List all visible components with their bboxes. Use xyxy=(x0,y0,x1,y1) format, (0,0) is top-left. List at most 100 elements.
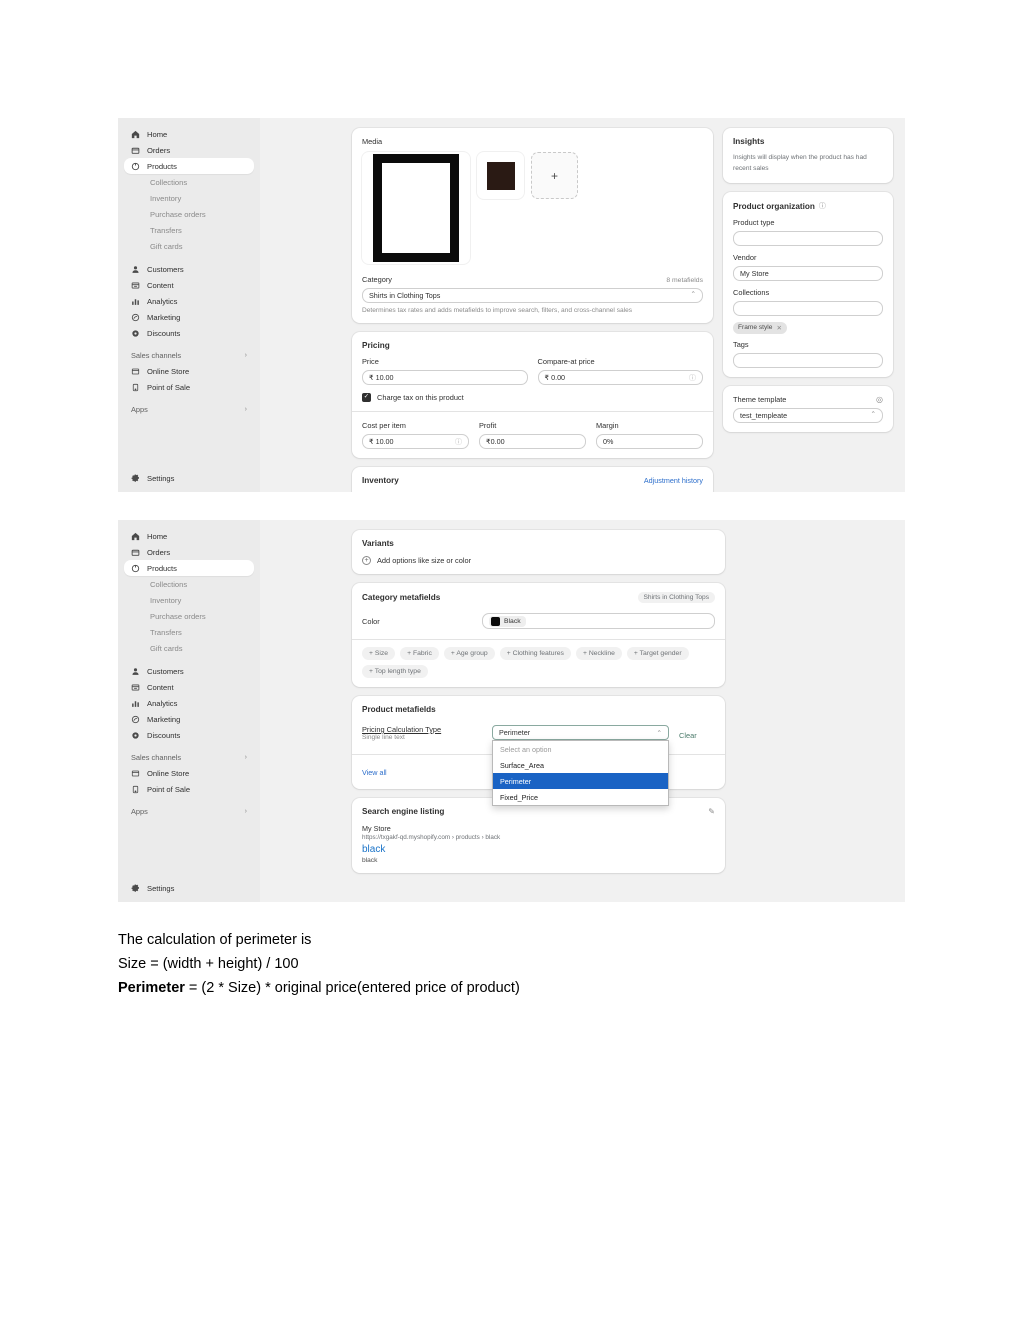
charge-tax-row[interactable]: ✓ Charge tax on this product xyxy=(362,393,703,402)
sidebar-group-sales-channels[interactable]: Sales channels › xyxy=(124,750,254,765)
chevron-right-icon: › xyxy=(244,406,247,413)
inventory-header-row: Inventory Adjustment history xyxy=(362,476,703,485)
product-metafields-title: Product metafields xyxy=(362,705,436,714)
add-metafield-chip[interactable]: + Target gender xyxy=(626,647,689,660)
media-thumbnail-secondary[interactable] xyxy=(477,152,524,199)
sidebar-item-point-of-sale[interactable]: Point of Sale xyxy=(124,379,254,395)
sidebar-item-purchase-orders[interactable]: Purchase orders xyxy=(124,608,254,624)
sidebar-item-discounts[interactable]: Discounts xyxy=(124,727,254,743)
sidebar-item-home[interactable]: Home xyxy=(124,528,254,544)
add-metafield-chip[interactable]: + Age group xyxy=(443,647,495,660)
sidebar-item-content[interactable]: Content xyxy=(124,679,254,695)
sidebar-item-orders[interactable]: Orders xyxy=(124,142,254,158)
sidebar-item-label: Home xyxy=(147,531,168,541)
sidebar-item-collections[interactable]: Collections xyxy=(124,576,254,592)
sidebar-item-discounts[interactable]: Discounts xyxy=(124,325,254,341)
seo-url: https://txgakf-qd.myshopify.com › produc… xyxy=(362,834,501,841)
sidebar-item-inventory[interactable]: Inventory xyxy=(124,592,254,608)
add-media-button[interactable]: + xyxy=(531,152,578,199)
seo-page-title[interactable]: black xyxy=(362,844,715,855)
sidebar-group-apps[interactable]: Apps › xyxy=(124,804,254,819)
point-of-sale-icon xyxy=(131,383,140,392)
sidebar-item-online-store[interactable]: Online Store xyxy=(124,363,254,379)
sidebar-group-sales-channels[interactable]: Sales channels › xyxy=(124,348,254,363)
sidebar-item-inventory[interactable]: Inventory xyxy=(124,190,254,206)
sidebar-item-analytics[interactable]: Analytics xyxy=(124,293,254,309)
content-gutter xyxy=(260,520,352,902)
add-metafield-chip[interactable]: + Size xyxy=(362,647,396,660)
sidebar-item-content[interactable]: Content xyxy=(124,277,254,293)
sidebar-item-gift-cards[interactable]: Gift cards xyxy=(124,238,254,254)
discounts-icon xyxy=(131,731,140,740)
sidebar-item-point-of-sale[interactable]: Point of Sale xyxy=(124,781,254,797)
dropdown-option-placeholder[interactable]: Select an option xyxy=(493,741,668,757)
sidebar-item-purchase-orders[interactable]: Purchase orders xyxy=(124,206,254,222)
pricing-calculation-option-list[interactable]: Select an option Surface_Area Perimeter … xyxy=(492,740,669,806)
sidebar-item-orders[interactable]: Orders xyxy=(124,544,254,560)
clear-button[interactable]: Clear xyxy=(679,731,697,740)
view-all-link[interactable]: View all xyxy=(362,768,387,777)
caption-line-3: Perimeter = (2 * Size) * original price(… xyxy=(118,976,838,1000)
sidebar-item-transfers[interactable]: Transfers xyxy=(124,624,254,640)
add-options-label: Add options like size or color xyxy=(377,556,472,565)
cost-per-item-input[interactable]: ₹ 10.00 ⓘ xyxy=(362,434,469,449)
dropdown-option-surface-area[interactable]: Surface_Area xyxy=(493,757,668,773)
sidebar-item-home[interactable]: Home xyxy=(124,126,254,142)
profit-input[interactable]: ₹0.00 xyxy=(479,434,586,449)
pricing-calculation-dropdown[interactable]: Perimeter ⌃ Select an option Surface_Are… xyxy=(492,725,669,806)
dark-swatch-image xyxy=(486,161,515,190)
help-circle-icon[interactable]: ⓘ xyxy=(689,373,696,383)
sidebar-item-products[interactable]: Products xyxy=(124,158,254,174)
price-input[interactable]: ₹ 10.00 xyxy=(362,370,528,385)
sidebar-group-apps[interactable]: Apps › xyxy=(124,402,254,417)
add-metafield-chip[interactable]: + Neckline xyxy=(575,647,622,660)
sidebar-item-marketing[interactable]: Marketing xyxy=(124,309,254,325)
adjustment-history-link[interactable]: Adjustment history xyxy=(644,476,703,485)
add-options-button[interactable]: + Add options like size or color xyxy=(362,556,715,565)
add-metafield-chip[interactable]: + Top length type xyxy=(362,665,428,678)
product-main-column-2: Variants + Add options like size or colo… xyxy=(352,520,905,902)
compare-price-field-group: Compare-at price ₹ 0.00 ⓘ xyxy=(537,357,703,385)
sidebar-item-customers[interactable]: Customers xyxy=(124,663,254,679)
remove-tag-icon[interactable]: ✕ xyxy=(776,324,781,332)
sidebar-item-analytics[interactable]: Analytics xyxy=(124,695,254,711)
add-metafield-chip[interactable]: + Clothing features xyxy=(499,647,571,660)
sidebar-item-products[interactable]: Products xyxy=(124,560,254,576)
compare-at-price-input[interactable]: ₹ 0.00 ⓘ xyxy=(537,370,703,385)
margin-input[interactable]: 0% xyxy=(596,434,703,449)
marketing-icon xyxy=(131,715,140,724)
color-input[interactable]: Black xyxy=(482,613,715,629)
pricing-calculation-label-group: Pricing Calculation Type Single line tex… xyxy=(362,725,482,741)
sidebar-item-transfers[interactable]: Transfers xyxy=(124,222,254,238)
sidebar-item-online-store[interactable]: Online Store xyxy=(124,765,254,781)
edit-pencil-icon[interactable]: ✎ xyxy=(708,807,715,816)
sidebar-item-gift-cards[interactable]: Gift cards xyxy=(124,640,254,656)
clear-button-wrap: Clear xyxy=(679,725,715,743)
add-metafield-chip[interactable]: + Fabric xyxy=(400,647,439,660)
sidebar-item-label: Products xyxy=(147,161,177,171)
caption-perimeter-formula: = (2 * Size) * original price(entered pr… xyxy=(184,980,520,996)
category-select[interactable]: Shirts in Clothing Tops ⌃ xyxy=(362,288,703,303)
theme-template-select[interactable]: test_templeate ⌃ xyxy=(733,408,883,423)
vendor-input[interactable]: My Store xyxy=(733,266,883,281)
dropdown-option-fixed-price[interactable]: Fixed_Price xyxy=(493,789,668,805)
sidebar-item-collections[interactable]: Collections xyxy=(124,174,254,190)
pricing-calculation-type-label[interactable]: Pricing Calculation Type xyxy=(362,725,482,734)
product-side-rail-1: Insights Insights will display when the … xyxy=(713,118,905,492)
tags-input[interactable] xyxy=(733,353,883,368)
theme-settings-icon[interactable]: ◎ xyxy=(876,395,883,404)
product-type-input[interactable] xyxy=(733,231,883,246)
dropdown-option-perimeter[interactable]: Perimeter xyxy=(493,773,668,789)
info-circle-icon[interactable]: ⓘ xyxy=(819,201,826,211)
charge-tax-checkbox[interactable]: ✓ xyxy=(362,393,371,402)
sidebar-item-customers[interactable]: Customers xyxy=(124,261,254,277)
sidebar-item-marketing[interactable]: Marketing xyxy=(124,711,254,727)
sidebar-item-settings[interactable]: Settings xyxy=(124,880,254,896)
collections-input[interactable] xyxy=(733,301,883,316)
help-circle-icon[interactable]: ⓘ xyxy=(455,437,462,447)
sidebar-item-settings[interactable]: Settings xyxy=(124,470,254,486)
media-thumbnail-primary[interactable] xyxy=(362,152,470,264)
pricing-calculation-select[interactable]: Perimeter ⌃ xyxy=(492,725,669,740)
